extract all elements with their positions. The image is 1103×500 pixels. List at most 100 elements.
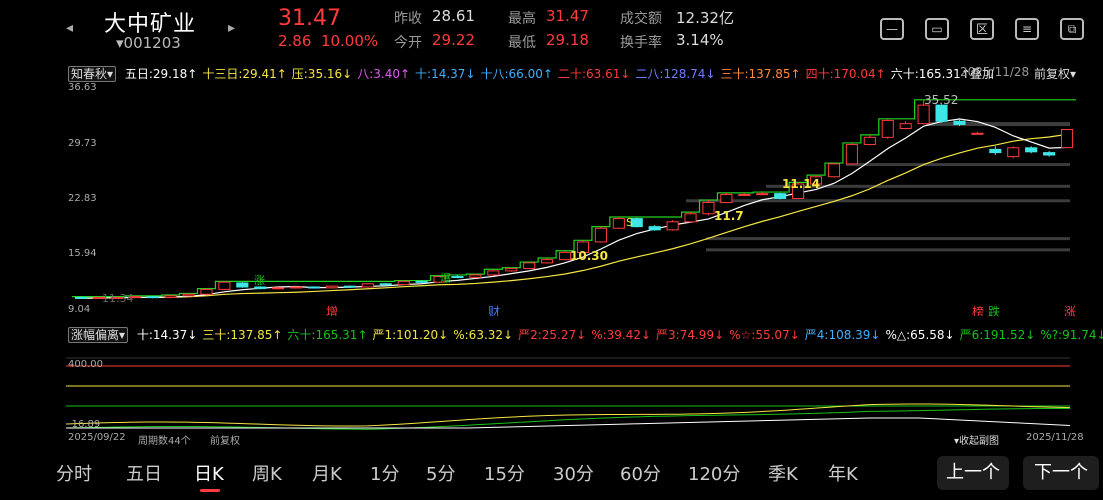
resistance-band xyxy=(686,199,1070,203)
price-change: 2.86 10.00% xyxy=(278,32,378,50)
candle xyxy=(666,220,679,231)
stat-label: 昨收 xyxy=(394,11,422,27)
stat-value: 12.32亿 xyxy=(676,9,734,27)
current-price: 31.47 xyxy=(278,6,341,31)
ma13-line xyxy=(80,133,1068,299)
candle xyxy=(935,104,948,123)
tab-30分[interactable]: 30分 xyxy=(553,460,594,486)
stat-label: 最低 xyxy=(508,35,536,51)
indicator-value: 六十:165.31↑ xyxy=(890,67,968,81)
tab-月K[interactable]: 月K xyxy=(312,460,342,486)
indicator-value: 二八:128.74↓ xyxy=(635,67,716,81)
candle xyxy=(612,216,625,230)
candle xyxy=(74,296,88,300)
indicator-value: %☆:55.07↓ xyxy=(729,328,800,342)
region-icon[interactable]: 区 xyxy=(970,18,994,40)
active-tab-indicator xyxy=(200,489,220,492)
sub-y-bottom-label: -16.89 xyxy=(68,419,101,430)
event-marker: 榜 xyxy=(972,304,984,316)
candle xyxy=(200,288,213,296)
tab-60分[interactable]: 60分 xyxy=(620,460,661,486)
candle xyxy=(774,192,787,200)
chart-annotation: 35.52 xyxy=(924,93,958,107)
indicator-value: %?:91.74↓ xyxy=(1040,328,1103,342)
stat-value: 28.61 xyxy=(432,7,475,25)
candle xyxy=(307,286,321,289)
indicator-value: 严1:101.20↓ xyxy=(372,328,449,342)
sub-indicator-selector[interactable]: 涨幅偏离▾ xyxy=(68,327,129,343)
chart-annotation: S xyxy=(626,216,633,229)
candle xyxy=(218,281,231,291)
tab-日K[interactable]: 日K xyxy=(194,460,224,486)
indicator-value: 严3:74.99↓ xyxy=(656,328,725,342)
y-tick-label: 9.04 xyxy=(68,304,91,315)
tab-分时[interactable]: 分时 xyxy=(56,460,92,486)
screen-icon[interactable]: ▭ xyxy=(925,18,949,40)
dropdown-caret-icon: ▾ xyxy=(116,34,124,52)
chart-annotation: 11.14 xyxy=(782,177,820,191)
candle xyxy=(702,200,715,216)
stat-value: 29.18 xyxy=(546,31,589,49)
next-stock-arrow-icon[interactable]: ▸ xyxy=(228,20,235,36)
minimize-icon[interactable]: — xyxy=(880,18,904,40)
tab-1分[interactable]: 1分 xyxy=(370,460,399,486)
sub-y-top-label: 400.00 xyxy=(68,359,103,370)
indicator-value: 六十:165.31↑ xyxy=(287,328,368,342)
candle xyxy=(182,293,195,297)
chart-annotation: 涨 xyxy=(254,274,265,287)
resistance-step-line xyxy=(72,99,1076,298)
indicator-value: 四十:170.04↑ xyxy=(805,67,886,81)
candle xyxy=(415,280,428,283)
copy-icon[interactable]: ⧉ xyxy=(1060,18,1084,40)
event-marker: 财 xyxy=(488,305,500,316)
indicator-value: 十八:66.00↑ xyxy=(480,67,553,81)
y-tick-label: 22.83 xyxy=(68,193,97,205)
candle xyxy=(863,134,876,146)
resistance-band xyxy=(926,122,1070,127)
stock-code-selector[interactable]: ▾001203 xyxy=(116,34,181,52)
y-tick-label: 15.94 xyxy=(68,248,97,260)
tab-周K[interactable]: 周K xyxy=(252,460,282,486)
main-indicator-selector[interactable]: 知春秋▾ xyxy=(68,66,117,82)
candle xyxy=(361,282,374,288)
indicator-value: %:39.42↓ xyxy=(591,328,652,342)
stat-label: 最高 xyxy=(508,11,536,27)
tab-120分[interactable]: 120分 xyxy=(688,460,740,486)
tab-五日[interactable]: 五日 xyxy=(126,460,162,486)
chart-annotation: 11.34 xyxy=(102,292,134,305)
calculator-icon[interactable]: ≡ xyxy=(1015,18,1039,40)
y-tick-label: 36.63 xyxy=(68,82,97,93)
indicator-value: 严6:191.52↓ xyxy=(959,328,1036,342)
tab-15分[interactable]: 15分 xyxy=(484,460,525,486)
indicator-value: 五日:29.18↑ xyxy=(124,67,198,81)
candle xyxy=(343,285,356,288)
prev-stock-arrow-icon[interactable]: ◂ xyxy=(66,20,73,36)
adjust-selector[interactable]: 前复权▾ xyxy=(1034,65,1076,82)
candle xyxy=(469,274,482,279)
resistance-band xyxy=(846,163,1070,167)
candlestick-chart[interactable]: 35.52 11.14 11.7 10.30 11.34 S 涨 爆增 财 榜跌 涨 xyxy=(66,84,1103,316)
indicator-value: 十三日:29.41↑ xyxy=(202,67,287,81)
candle xyxy=(989,146,1002,156)
deviation-chart[interactable] xyxy=(66,346,1103,430)
end-date: 2025/11/28 xyxy=(1026,432,1084,443)
deviation-line-green xyxy=(66,408,1071,430)
chart-annotation: 10.30 xyxy=(570,249,608,263)
candle xyxy=(379,282,392,286)
period-count: 周期数44个 xyxy=(138,436,191,447)
indicator-value: 八:3.40↑ xyxy=(357,67,411,81)
tab-5分[interactable]: 5分 xyxy=(426,460,455,486)
tab-年K[interactable]: 年K xyxy=(828,460,858,486)
ma5-line xyxy=(80,118,1068,299)
candle xyxy=(827,163,841,178)
overlay-button[interactable]: 叠加 xyxy=(970,65,994,82)
prev-stock-button[interactable]: 上一个 xyxy=(937,456,1009,490)
next-stock-button[interactable]: 下一个 xyxy=(1023,456,1099,490)
candle xyxy=(594,226,607,243)
indicator-value: %△:65.58↓ xyxy=(885,328,955,342)
candle xyxy=(684,212,697,223)
tab-季K[interactable]: 季K xyxy=(768,460,798,486)
indicator-value: 十:14.37↓ xyxy=(136,328,198,342)
collapse-subchart-button[interactable]: ▾收起副图 xyxy=(954,432,999,447)
candle xyxy=(487,269,500,276)
